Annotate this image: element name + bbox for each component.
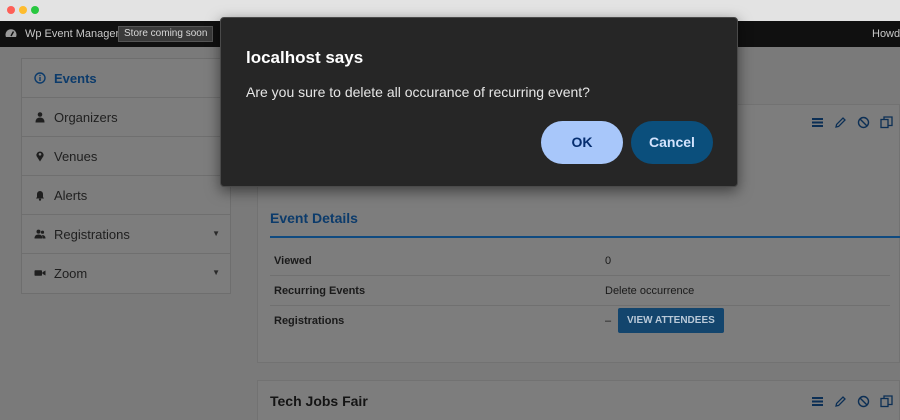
sidebar-item-events[interactable]: Events [22, 59, 230, 98]
duplicate-icon[interactable] [880, 395, 893, 408]
detail-key: Viewed [274, 255, 312, 267]
store-status-badge[interactable]: Store coming soon [118, 26, 214, 42]
bell-icon [36, 191, 44, 201]
video-camera-icon [34, 270, 46, 276]
users-icon [34, 229, 46, 239]
dashboard-gauge-icon[interactable] [4, 26, 18, 40]
confirm-dialog: localhost says Are you sure to delete al… [220, 17, 738, 187]
pencil-edit-icon[interactable] [834, 395, 847, 408]
event-actions [811, 395, 895, 409]
sidebar-item-label: Organizers [54, 110, 118, 125]
sidebar-item-label: Venues [54, 149, 98, 164]
detail-key: Registrations [274, 315, 345, 327]
cancel-circle-icon[interactable] [857, 395, 870, 408]
event-actions [811, 116, 895, 130]
dashboard-sidebar: Events Organizers Venues Alerts Registra… [21, 58, 231, 294]
site-name-link[interactable]: Wp Event Manager [25, 28, 119, 40]
sidebar-item-organizers[interactable]: Organizers [22, 98, 230, 137]
sidebar-item-label: Alerts [54, 188, 88, 203]
window-minimize-button[interactable] [19, 6, 27, 14]
window-close-button[interactable] [7, 6, 15, 14]
cancel-circle-icon[interactable] [857, 116, 870, 129]
pencil-edit-icon[interactable] [834, 116, 847, 129]
person-icon [35, 112, 45, 123]
event-title[interactable]: Tech Jobs Fair [270, 393, 368, 409]
heading-divider [270, 236, 900, 238]
table-row: Viewed 0 [270, 246, 890, 276]
sidebar-item-venues[interactable]: Venues [22, 137, 230, 176]
event-details-heading: Event Details [270, 210, 358, 226]
chevron-down-icon[interactable]: ▼ [212, 268, 220, 277]
menu-lines-icon[interactable] [811, 395, 824, 408]
detail-value: – [605, 315, 612, 327]
table-row: Registrations – VIEW ATTENDEES [270, 306, 890, 336]
sidebar-item-label: Zoom [54, 266, 88, 281]
sidebar-item-label: Events [54, 71, 97, 86]
menu-lines-icon[interactable] [811, 116, 824, 129]
table-row: Recurring Events Delete occurrence [270, 276, 890, 306]
detail-value: 0 [605, 255, 612, 267]
sidebar-item-alerts[interactable]: Alerts [22, 176, 230, 215]
sidebar-item-label: Registrations [54, 227, 130, 242]
dialog-title: localhost says [246, 48, 364, 67]
detail-key: Recurring Events [274, 285, 366, 297]
sidebar-item-registrations[interactable]: Registrations ▼ [22, 215, 230, 254]
view-attendees-button[interactable]: VIEW ATTENDEES [618, 308, 724, 333]
event-card: Tech Jobs Fair [257, 380, 900, 420]
dialog-message: Are you sure to delete all occurance of … [246, 84, 590, 100]
sidebar-item-zoom[interactable]: Zoom ▼ [22, 254, 230, 293]
location-pin-icon [36, 151, 44, 162]
window-maximize-button[interactable] [31, 6, 39, 14]
delete-occurrence-link[interactable]: Delete occurrence [605, 285, 694, 297]
howdy-user-link[interactable]: Howdy [872, 28, 900, 40]
info-circle-icon [34, 72, 46, 84]
duplicate-icon[interactable] [880, 116, 893, 129]
ok-button[interactable]: OK [541, 121, 623, 164]
cancel-button[interactable]: Cancel [631, 121, 713, 164]
chevron-down-icon[interactable]: ▼ [212, 229, 220, 238]
